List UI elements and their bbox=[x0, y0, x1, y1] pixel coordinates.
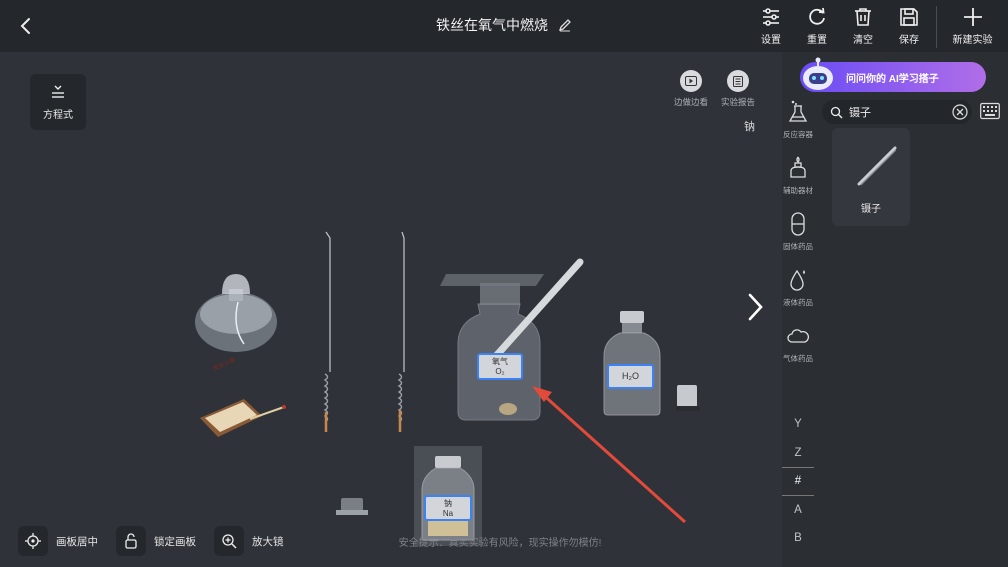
water-reagent-bottle[interactable] bbox=[603, 311, 661, 416]
index-letter[interactable]: A bbox=[782, 496, 814, 525]
settings-button[interactable]: 设置 bbox=[748, 6, 794, 48]
lock-canvas-label: 锁定画板 bbox=[154, 535, 196, 548]
capsule-icon bbox=[791, 212, 805, 236]
oxygen-gas-bottle[interactable] bbox=[440, 258, 584, 421]
save-button[interactable]: 保存 bbox=[886, 6, 932, 48]
reset-button[interactable]: 重置 bbox=[794, 6, 840, 48]
matchbox-text: 安全火柴 bbox=[212, 357, 237, 373]
top-bar: 铁丝在氧气中燃烧 设置 重置 清空 保存 新建实验 bbox=[0, 0, 1008, 52]
cloud-icon bbox=[787, 329, 809, 343]
equipment-search-input[interactable]: 镊子 bbox=[822, 100, 972, 124]
experiment-title[interactable]: 铁丝在氧气中燃烧 bbox=[436, 17, 548, 33]
sodium-formula: Na bbox=[442, 508, 454, 518]
category-label: 辅助器材 bbox=[783, 186, 813, 195]
edit-pencil-icon[interactable] bbox=[558, 18, 572, 32]
tweezers-icon bbox=[857, 146, 897, 186]
zoom-in-icon bbox=[222, 534, 237, 549]
magnifier-label: 放大镜 bbox=[252, 535, 284, 548]
crosshair-icon bbox=[25, 533, 41, 549]
index-letter[interactable]: B bbox=[782, 524, 814, 553]
watch-video-button[interactable]: 边做边看 bbox=[669, 70, 713, 108]
bottle-stopper[interactable] bbox=[336, 498, 368, 515]
category-gas-reagents[interactable]: 气体药品 bbox=[782, 324, 814, 380]
plus-icon bbox=[963, 8, 982, 26]
clear-label: 清空 bbox=[853, 35, 873, 46]
equipment-sidebar: 问问你的 AI学习搭子 反应容器 辅助器材 固体药品 液体药品 气体药品 镊子 bbox=[782, 52, 1008, 567]
category-reaction-vessel[interactable]: 反应容器 bbox=[782, 100, 814, 156]
iron-wire[interactable] bbox=[323, 231, 331, 432]
reset-label: 重置 bbox=[807, 35, 827, 46]
water-label: H₂O bbox=[607, 364, 654, 389]
burner-icon bbox=[790, 156, 806, 178]
bottle-stopper[interactable] bbox=[676, 385, 700, 411]
save-label: 保存 bbox=[899, 35, 919, 46]
index-letter[interactable]: Z bbox=[782, 439, 814, 468]
category-label: 气体药品 bbox=[783, 354, 813, 363]
equation-button[interactable]: 方程式 bbox=[30, 74, 86, 130]
save-icon bbox=[900, 8, 918, 26]
matchbox[interactable] bbox=[200, 399, 286, 437]
alphabet-index: Y Z # A B bbox=[782, 410, 814, 553]
apparatus-scene bbox=[195, 231, 700, 546]
index-letter[interactable]: Y bbox=[782, 410, 814, 439]
settings-label: 设置 bbox=[761, 35, 781, 46]
refresh-icon bbox=[809, 7, 825, 25]
safety-warning: 安全提示：真实实验有风险，现实操作勿模仿! bbox=[398, 538, 602, 549]
center-canvas-label: 画板居中 bbox=[56, 535, 98, 548]
experiment-canvas[interactable]: 方程式 边做边看 实验报告 钠 氧气 O₂ H₂O 钠 Na 安全火柴 安全提示… bbox=[0, 52, 782, 567]
report-label: 实验报告 bbox=[720, 97, 755, 107]
equation-label: 方程式 bbox=[43, 109, 73, 121]
search-value: 镊子 bbox=[849, 107, 871, 119]
new-experiment-label: 新建实验 bbox=[952, 35, 993, 46]
toolbar: 设置 重置 清空 保存 新建实验 bbox=[748, 6, 1008, 48]
oxygen-label: 氧气 O₂ bbox=[477, 353, 523, 380]
lab-report-button[interactable]: 实验报告 bbox=[716, 70, 760, 108]
magnifier-button[interactable]: 放大镜 bbox=[214, 526, 284, 556]
category-label: 反应容器 bbox=[783, 130, 813, 139]
result-label: 镊子 bbox=[861, 204, 881, 215]
alcohol-lamp[interactable] bbox=[195, 274, 277, 352]
droplet-icon bbox=[790, 269, 805, 291]
video-play-icon bbox=[685, 76, 697, 86]
canvas-tools: 画板居中 锁定画板 放大镜 bbox=[18, 526, 302, 556]
search-icon bbox=[830, 106, 843, 118]
ai-banner-text: 问问你的 AI学习搭子 bbox=[846, 73, 939, 85]
category-label: 固体药品 bbox=[783, 242, 813, 251]
keyboard-icon[interactable] bbox=[980, 102, 1000, 120]
watch-label: 边做边看 bbox=[673, 97, 708, 107]
sodium-label: 钠 Na bbox=[424, 495, 472, 521]
pointer-arrow bbox=[532, 386, 687, 524]
lock-icon bbox=[125, 533, 137, 549]
flask-icon bbox=[788, 100, 808, 122]
report-list-icon bbox=[733, 75, 743, 87]
sliders-icon bbox=[763, 8, 779, 26]
equation-icon bbox=[52, 85, 64, 98]
clear-button[interactable]: 清空 bbox=[840, 6, 886, 48]
category-liquid-reagents[interactable]: 液体药品 bbox=[782, 268, 814, 324]
sodium-name: 钠 bbox=[444, 499, 452, 508]
index-letter-active[interactable]: # bbox=[782, 467, 814, 496]
lock-canvas-button[interactable]: 锁定画板 bbox=[116, 526, 196, 556]
category-auxiliary-equipment[interactable]: 辅助器材 bbox=[782, 156, 814, 212]
oxygen-formula: O₂ bbox=[495, 366, 505, 376]
center-canvas-button[interactable]: 画板居中 bbox=[18, 526, 98, 556]
chevron-right-icon[interactable] bbox=[744, 292, 766, 322]
selected-item-label: 钠 bbox=[744, 121, 755, 133]
robot-mascot-icon[interactable] bbox=[798, 56, 838, 96]
oxygen-name: 氧气 bbox=[492, 357, 508, 366]
water-formula: H₂O bbox=[622, 371, 639, 381]
category-label: 液体药品 bbox=[783, 298, 813, 307]
trash-icon bbox=[855, 8, 871, 26]
iron-wire[interactable] bbox=[397, 231, 405, 432]
clear-search-icon[interactable] bbox=[952, 104, 968, 120]
category-list: 反应容器 辅助器材 固体药品 液体药品 气体药品 bbox=[782, 100, 814, 380]
search-result-card[interactable]: 镊子 bbox=[832, 128, 910, 226]
category-solid-reagents[interactable]: 固体药品 bbox=[782, 212, 814, 268]
new-experiment-button[interactable]: 新建实验 bbox=[936, 6, 1008, 48]
